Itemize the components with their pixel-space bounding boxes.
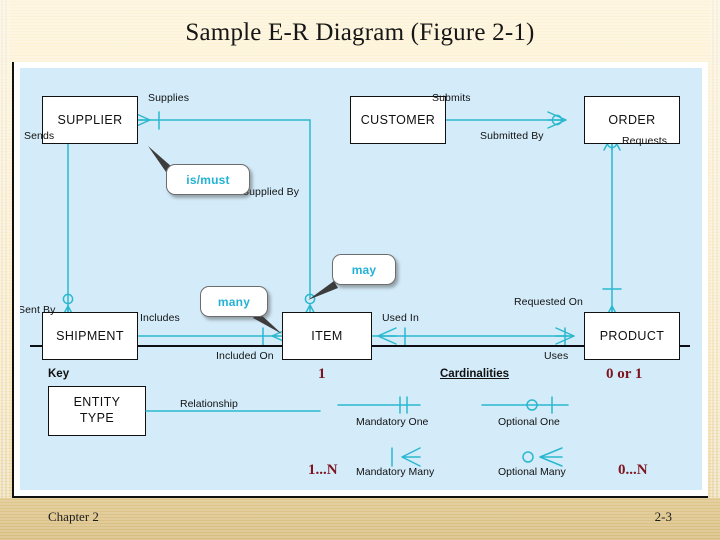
left-edge-strip xyxy=(0,0,9,540)
label-used-in: Used In xyxy=(382,312,419,324)
slide-title: Sample E-R Diagram (Figure 2-1) xyxy=(185,19,535,46)
entity-item[interactable]: ITEM xyxy=(282,312,372,360)
callout-may: may xyxy=(332,254,396,285)
crowfoot-used-in xyxy=(377,327,397,345)
crowfoot-submitted-by xyxy=(547,111,567,129)
label-includes: Includes xyxy=(140,312,180,324)
footer-chapter: Chapter 2 xyxy=(48,509,99,524)
slide-footer: Chapter 2 2-3 xyxy=(0,498,720,540)
legend-key-title: Key xyxy=(48,368,70,380)
legend-mandatory-many-crowfoot xyxy=(401,447,421,467)
legend-relationship-label: Relationship xyxy=(180,398,238,410)
label-sends: Sends xyxy=(24,130,55,142)
legend-mandatory-one-label: Mandatory One xyxy=(356,416,429,428)
entity-shipment[interactable]: SHIPMENT xyxy=(42,312,138,360)
label-supplies: Supplies xyxy=(148,92,190,104)
annot-zero-to-n: 0...N xyxy=(618,462,648,478)
legend-mandatory-many-label: Mandatory Many xyxy=(356,466,435,478)
label-uses: Uses xyxy=(544,350,569,362)
optional-circle-sent-by xyxy=(62,293,74,305)
legend-cardinalities-title: Cardinalities xyxy=(440,368,510,380)
legend-optional-one-circle xyxy=(526,399,538,411)
slide: Sample E-R Diagram (Figure 2-1) SUPPLIER… xyxy=(0,0,720,540)
optional-circle-supplied-by xyxy=(304,293,316,305)
label-requested-on: Requested On xyxy=(514,296,583,308)
entity-product[interactable]: PRODUCT xyxy=(584,312,680,360)
label-submits: Submits xyxy=(432,92,471,104)
annot-one: 1 xyxy=(318,366,326,382)
er-diagram-panel: SUPPLIER CUSTOMER ORDER SHIPMENT ITEM PR… xyxy=(20,68,702,490)
legend-entity-type-box: ENTITY TYPE xyxy=(48,386,146,436)
label-requests: Requests xyxy=(622,135,668,147)
legend-optional-one-label: Optional One xyxy=(498,416,560,428)
legend-optional-many-crowfoot xyxy=(539,447,563,467)
annot-zero-or-one: 0 or 1 xyxy=(606,366,643,382)
callout-tail-may xyxy=(308,281,338,300)
legend-optional-many-circle xyxy=(522,451,534,463)
annot-one-to-n: 1...N xyxy=(308,462,338,478)
label-sent-by: Sent By xyxy=(20,304,56,316)
legend-entity-type-line2: TYPE xyxy=(79,411,115,425)
legend-optional-many-label: Optional Many xyxy=(498,466,566,478)
callout-many: many xyxy=(200,286,268,317)
label-supplied-by: Supplied By xyxy=(242,186,300,198)
optional-circle-submitted-by xyxy=(551,114,563,126)
legend-mandatory-one-ticks xyxy=(399,396,408,414)
footer-page: 2-3 xyxy=(654,509,672,524)
entity-supplier[interactable]: SUPPLIER xyxy=(42,96,138,144)
label-submitted-by: Submitted By xyxy=(480,130,544,142)
callout-is-must: is/must xyxy=(166,164,250,195)
label-included-on: Included On xyxy=(216,350,274,362)
legend-entity-type-line1: ENTITY xyxy=(73,395,121,410)
crowfoot-uses xyxy=(555,327,575,345)
right-edge-strip xyxy=(711,0,720,540)
